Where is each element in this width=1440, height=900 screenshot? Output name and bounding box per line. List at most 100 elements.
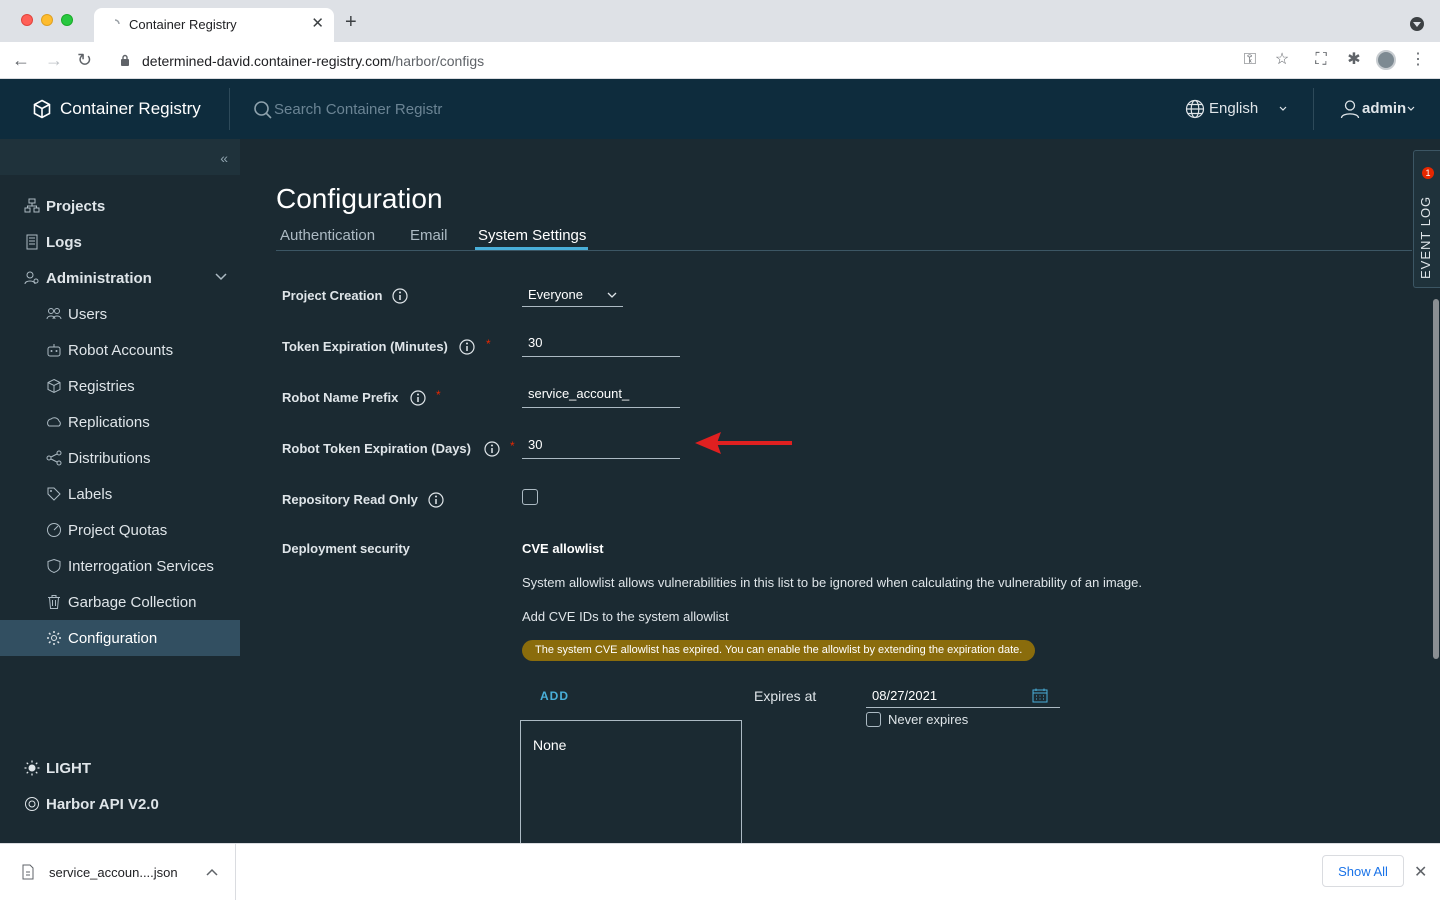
add-cve-button[interactable]: ADD — [540, 689, 569, 703]
config-tabs: Authentication Email System Settings — [276, 225, 1412, 251]
sidebar-item-label: Configuration — [68, 630, 158, 647]
address-bar[interactable]: determined-david.container-registry.com/… — [108, 46, 1298, 75]
info-icon[interactable] — [410, 390, 426, 406]
profile-avatar[interactable] — [1376, 50, 1396, 70]
extensions-icon[interactable]: ✱ — [1345, 51, 1363, 69]
expires-at-label: Expires at — [754, 688, 817, 704]
loading-icon — [114, 19, 120, 25]
sidebar-item-users[interactable]: Users — [0, 296, 240, 332]
close-window-button[interactable] — [21, 14, 33, 26]
robot-prefix-input[interactable]: service_account_ — [522, 382, 680, 408]
token-expiration-label: Token Expiration (Minutes) — [282, 339, 448, 354]
browser-tab[interactable]: Container Registry ✕ — [94, 8, 334, 42]
minimize-window-button[interactable] — [41, 14, 53, 26]
cve-add-instructions: Add CVE IDs to the system allowlist — [522, 609, 729, 624]
chevron-down-icon — [215, 273, 227, 281]
sidebar-item-robot-accounts[interactable]: Robot Accounts — [0, 332, 240, 368]
search-input[interactable] — [274, 97, 574, 121]
sidebar-item-garbage-collection[interactable]: Garbage Collection — [0, 584, 240, 620]
sidebar-item-administration[interactable]: Administration — [0, 260, 240, 296]
info-icon[interactable] — [392, 288, 408, 304]
maximize-window-button[interactable] — [61, 14, 73, 26]
sidebar-item-label: Distributions — [68, 450, 151, 467]
tab-authentication[interactable]: Authentication — [280, 227, 375, 244]
close-downloads-icon[interactable]: ✕ — [1414, 862, 1427, 882]
read-only-checkbox[interactable] — [522, 489, 538, 505]
required-marker: * — [486, 337, 491, 351]
info-icon[interactable] — [484, 441, 500, 457]
new-tab-icon[interactable]: + — [345, 12, 357, 32]
url-path: /harbor/configs — [391, 53, 485, 69]
chevron-up-icon[interactable] — [206, 868, 218, 876]
theme-toggle[interactable]: LIGHT — [0, 754, 240, 784]
project-creation-label: Project Creation — [282, 288, 383, 303]
robot-icon — [47, 344, 61, 357]
api-link[interactable]: Harbor API V2.0 — [0, 790, 240, 820]
annotation-arrow-icon — [695, 432, 792, 454]
sun-icon — [24, 760, 40, 776]
deployment-security-label: Deployment security — [282, 541, 410, 556]
sidebar-item-logs[interactable]: Logs — [0, 224, 240, 260]
token-expiration-input[interactable]: 30 — [522, 331, 680, 357]
star-icon[interactable]: ☆ — [1273, 51, 1291, 69]
event-log-label: EVENT LOG — [1418, 195, 1433, 279]
page-title: Configuration — [276, 183, 443, 214]
sidebar-item-label: Interrogation Services — [68, 558, 214, 575]
show-all-button[interactable]: Show All — [1322, 855, 1404, 887]
sidebar-item-distributions[interactable]: Distributions — [0, 440, 240, 476]
robot-token-expiration-input[interactable]: 30 — [522, 433, 680, 459]
expires-date-input[interactable]: 08/27/2021 — [866, 684, 1060, 708]
sidebar-item-projects[interactable]: Projects — [0, 188, 240, 224]
expires-date-value: 08/27/2021 — [872, 688, 938, 703]
screen-capture-icon[interactable]: ⛶ — [1312, 51, 1330, 69]
gear-icon — [47, 631, 61, 645]
sidebar-item-project-quotas[interactable]: Project Quotas — [0, 512, 240, 548]
info-icon[interactable] — [428, 492, 444, 508]
shield-icon — [47, 558, 61, 574]
brand-title[interactable]: Container Registry — [60, 99, 201, 119]
header-divider — [1313, 88, 1314, 130]
download-item[interactable]: service_accoun....json — [0, 844, 236, 900]
sidebar-item-label: Robot Accounts — [68, 342, 174, 359]
info-icon[interactable] — [459, 339, 475, 355]
forward-icon[interactable]: → — [45, 50, 63, 70]
required-marker: * — [510, 439, 515, 453]
sidebar-item-labels[interactable]: Labels — [0, 476, 240, 512]
logs-icon — [26, 234, 38, 250]
sidebar-item-label: Garbage Collection — [68, 594, 197, 611]
sidebar-item-label: Project Quotas — [68, 522, 168, 539]
tab-close-icon[interactable]: ✕ — [311, 14, 324, 32]
sidebar-item-label: Users — [68, 306, 108, 323]
never-expires-checkbox[interactable] — [866, 712, 881, 727]
project-creation-select[interactable]: Everyone — [522, 283, 623, 307]
sidebar-item-interrogation-services[interactable]: Interrogation Services — [0, 548, 240, 584]
administration-icon — [24, 271, 39, 285]
tab-search-icon[interactable] — [1410, 17, 1424, 31]
url-text: determined-david.container-registry.com/… — [142, 53, 484, 69]
tab-system-settings[interactable]: System Settings — [478, 227, 586, 244]
language-label: English — [1209, 100, 1259, 117]
kebab-menu-icon[interactable]: ⋮ — [1409, 51, 1427, 69]
reload-icon[interactable]: ↻ — [77, 50, 92, 70]
collapse-sidebar-button[interactable]: « — [0, 139, 240, 175]
theme-toggle-label: LIGHT — [46, 760, 91, 777]
distributions-icon — [46, 450, 62, 466]
replications-icon — [47, 417, 61, 427]
tab-email[interactable]: Email — [410, 227, 448, 244]
user-icon — [1340, 100, 1360, 119]
scrollbar-thumb[interactable] — [1433, 299, 1439, 659]
chevron-down-icon — [1279, 106, 1287, 111]
sidebar-item-replications[interactable]: Replications — [0, 404, 240, 440]
key-icon[interactable]: ⚿ — [1241, 51, 1259, 69]
sidebar-item-label: Logs — [46, 234, 82, 251]
never-expires-label: Never expires — [888, 712, 969, 727]
url-host: determined-david.container-registry.com — [142, 53, 392, 69]
sidebar-item-registries[interactable]: Registries — [0, 368, 240, 404]
event-log-tab[interactable]: 1 EVENT LOG — [1413, 150, 1440, 288]
chevron-down-icon — [1407, 106, 1415, 111]
token-expiration-value: 30 — [528, 335, 543, 350]
calendar-icon[interactable] — [1032, 688, 1048, 703]
cve-allowlist-box: None — [520, 720, 742, 843]
sidebar-item-configuration[interactable]: Configuration — [0, 620, 240, 656]
back-icon[interactable]: ← — [12, 50, 30, 70]
